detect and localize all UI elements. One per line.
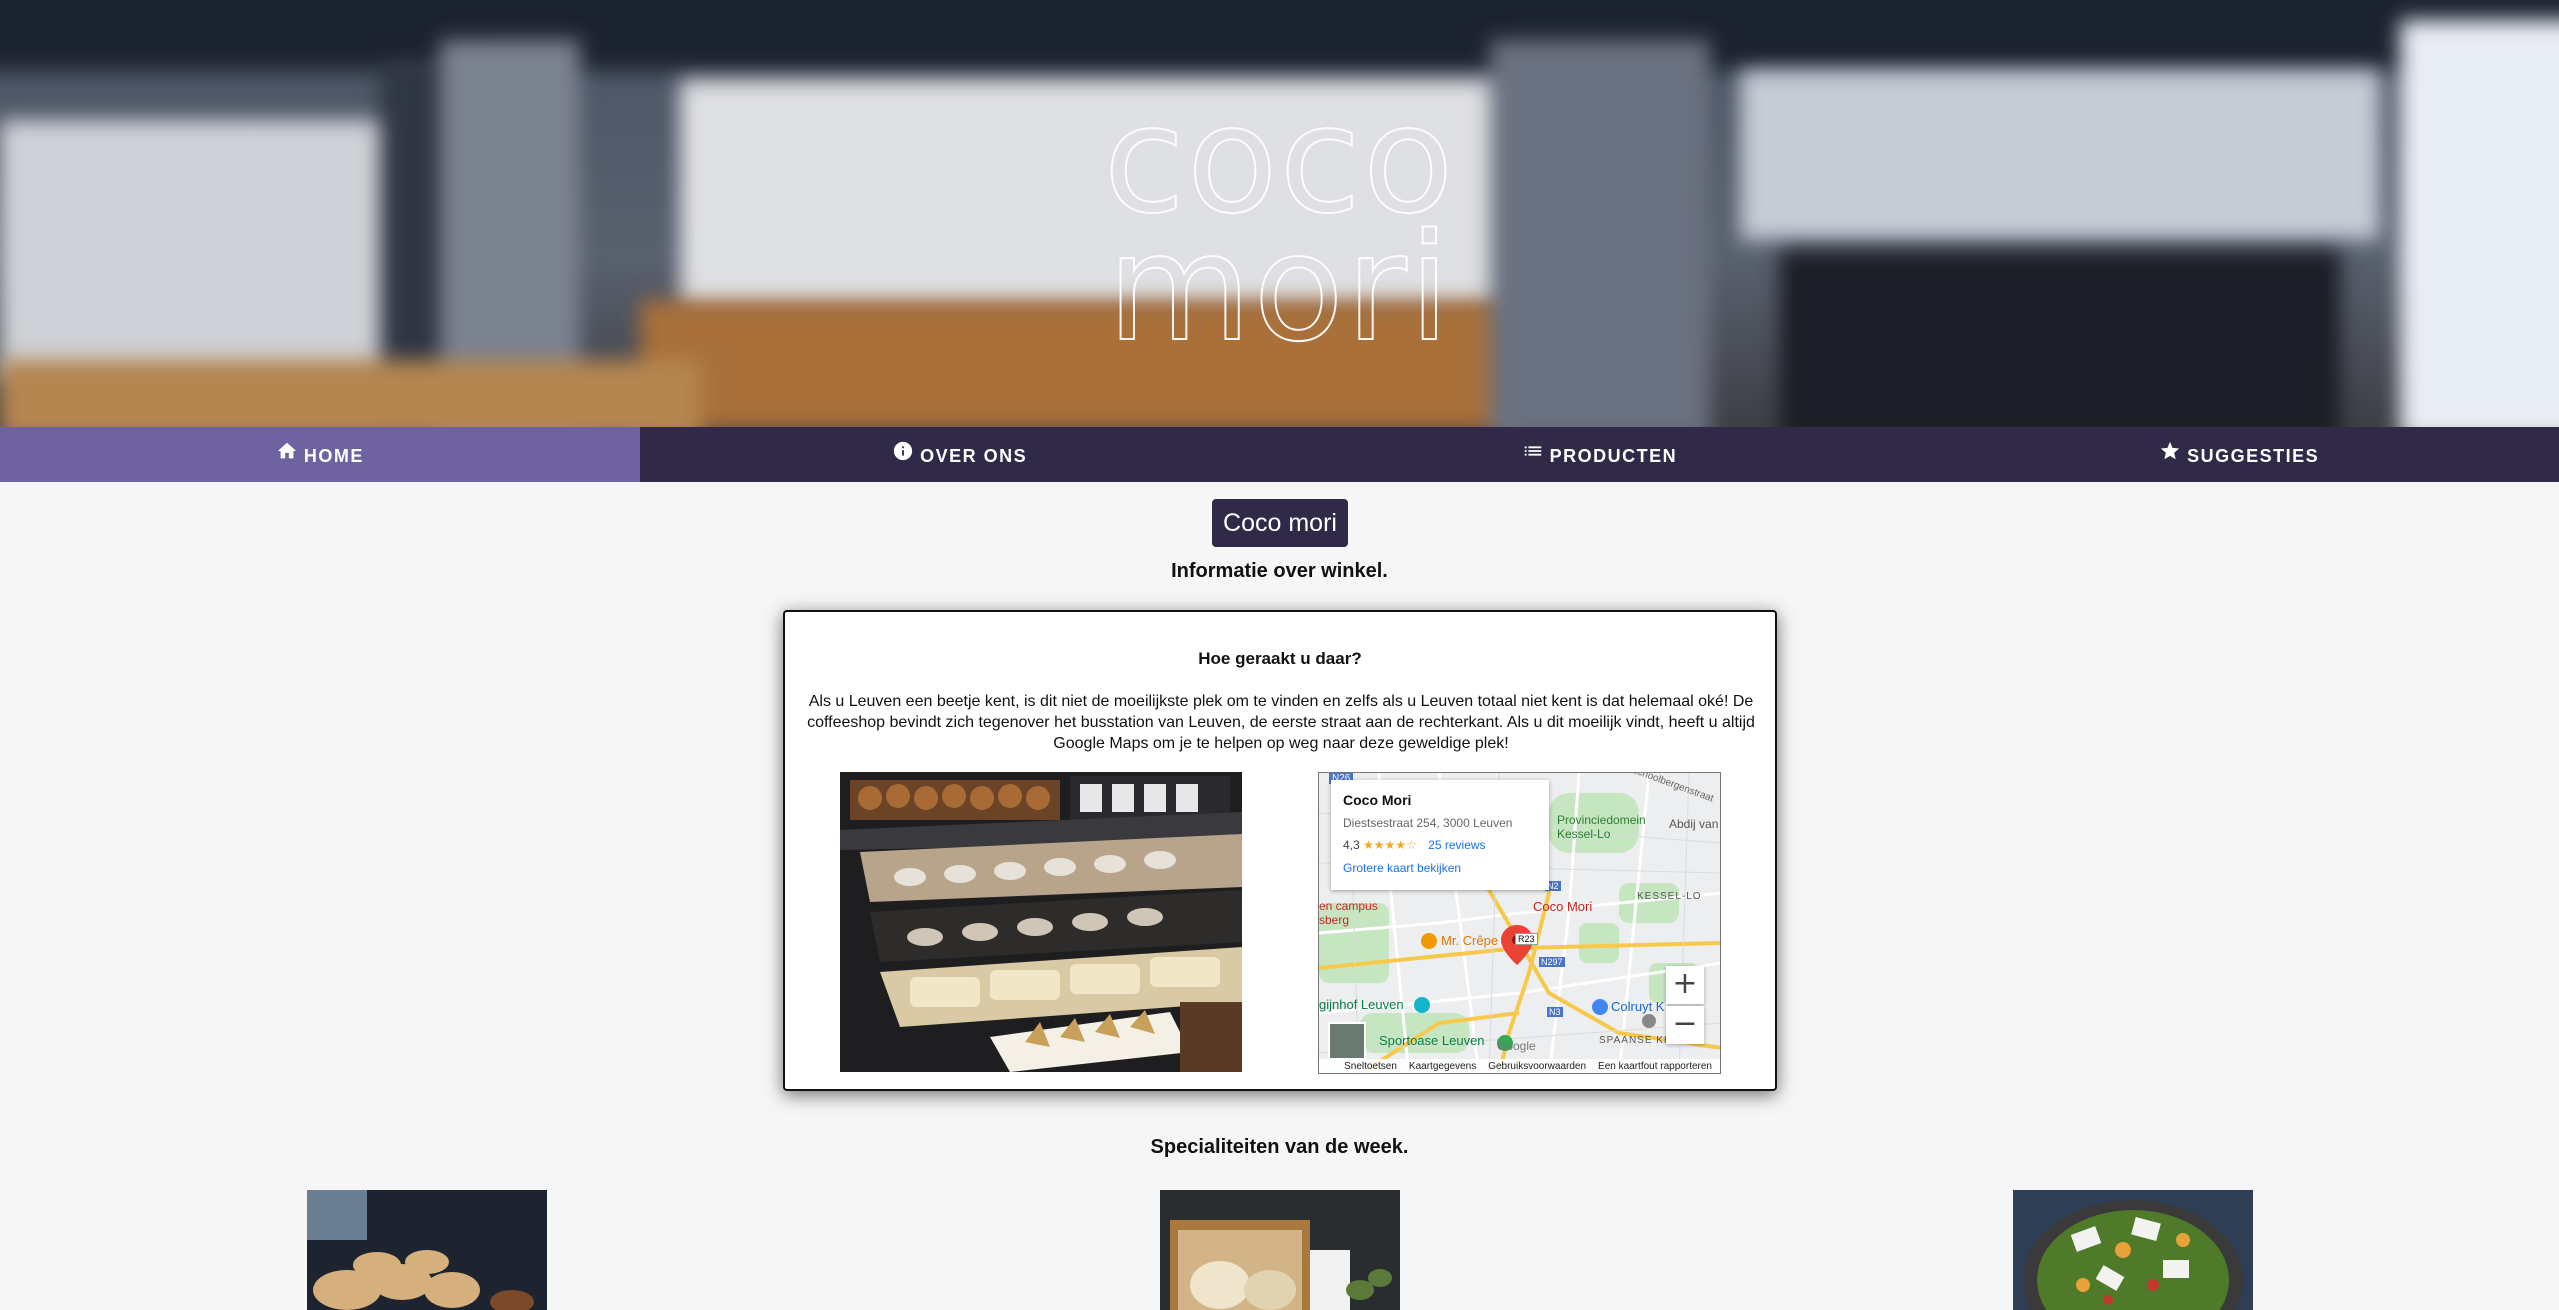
zoom-in-button[interactable]: +: [1666, 966, 1704, 1004]
map-label-campus: en campus: [1319, 899, 1378, 913]
nav-item-producten[interactable]: PRODUCTEN: [1280, 427, 1920, 482]
map-label-sberg: sberg: [1319, 913, 1350, 927]
map-label-google: Google: [1497, 1039, 1536, 1053]
specialty-image-salad: [2013, 1190, 2253, 1310]
map-rating: 4,3 ★★★★☆ 25 reviews: [1343, 838, 1537, 852]
map-footer-report[interactable]: Een kaartfout rapporteren: [1598, 1061, 1712, 1072]
home-icon: [276, 440, 298, 462]
list-icon: [1522, 440, 1544, 462]
nav-label-over-ons: OVER ONS: [920, 446, 1028, 466]
shop-display-photo: [840, 772, 1242, 1072]
nav-item-over-ons[interactable]: OVER ONS: [640, 427, 1280, 482]
nav-label-producten: PRODUCTEN: [1549, 446, 1678, 466]
map-footer: Sneltoetsen Kaartgegevens Gebruiksvoorwa…: [1319, 1059, 1720, 1073]
logo-line-2: mori: [1106, 202, 1452, 374]
map-label-kessel-lo: KESSEL-LO: [1637, 891, 1702, 902]
info-card: Hoe geraakt u daar? Als u Leuven een bee…: [783, 610, 1777, 1091]
map-label-begijnhof: gijnhof Leuven: [1319, 997, 1404, 1012]
map-reviews-link[interactable]: 25 reviews: [1428, 838, 1485, 852]
map-label-abdij: Abdij van: [1669, 817, 1719, 831]
map-place-card: Coco Mori Diestsestraat 254, 3000 Leuven…: [1331, 780, 1549, 890]
zoom-out-button[interactable]: −: [1666, 1006, 1704, 1044]
map-label-colruyt: Colruyt K: [1611, 999, 1665, 1014]
card-text: Als u Leuven een beetje kent, is dit nie…: [807, 693, 1755, 752]
logo: coco mori: [0, 85, 2559, 374]
section-subtitle: Informatie over winkel.: [1171, 560, 1388, 582]
map-marker-label: Coco Mori: [1533, 899, 1593, 914]
specialties-title: Specialiteiten van de week.: [1150, 1136, 1409, 1158]
map-place-address: Diestsestraat 254, 3000 Leuven: [1343, 816, 1513, 830]
map-label-kessel-lo-domain: Provinciedomein Kessel-Lo: [1557, 813, 1646, 841]
card-title: Hoe geraakt u daar?: [1198, 649, 1362, 668]
map-rating-value: 4,3: [1343, 838, 1360, 852]
map-label-n297: N297: [1539, 957, 1565, 967]
main-nav: HOME OVER ONS PRODUCTEN SUGGESTIES: [0, 427, 2559, 482]
specialty-image-bread: [307, 1190, 547, 1310]
star-icon: [2159, 440, 2181, 462]
star-rating-icon: ★★★★☆: [1363, 838, 1417, 852]
map-footer-shortcuts[interactable]: Sneltoetsen: [1344, 1061, 1397, 1072]
larger-map-link[interactable]: Grotere kaart bekijken: [1343, 861, 1537, 875]
nav-item-suggesties[interactable]: SUGGESTIES: [1919, 427, 2559, 482]
nav-label-home: HOME: [303, 446, 364, 466]
map-place-name: Coco Mori: [1343, 792, 1412, 808]
nav-item-home[interactable]: HOME: [0, 427, 640, 482]
nav-label-suggesties: SUGGESTIES: [2187, 446, 2320, 466]
map-label-mr-crepe: Mr. Crêpe: [1441, 933, 1499, 948]
map-label-r23: R23: [1515, 933, 1538, 945]
map-footer-data[interactable]: Kaartgegevens: [1409, 1061, 1476, 1072]
page-title: Coco mori: [1212, 499, 1348, 547]
info-icon: [892, 440, 914, 462]
specialty-image-wraps: [1160, 1190, 1400, 1310]
hero-banner: coco mori: [0, 0, 2559, 427]
map-footer-terms[interactable]: Gebruiksvoorwaarden: [1488, 1061, 1586, 1072]
map-label-n3: N3: [1547, 1007, 1563, 1017]
google-map[interactable]: N26 Schoolbergenstraat Provinciedomein K…: [1318, 772, 1721, 1074]
map-label-sportoase: Sportoase Leuven: [1379, 1033, 1485, 1048]
